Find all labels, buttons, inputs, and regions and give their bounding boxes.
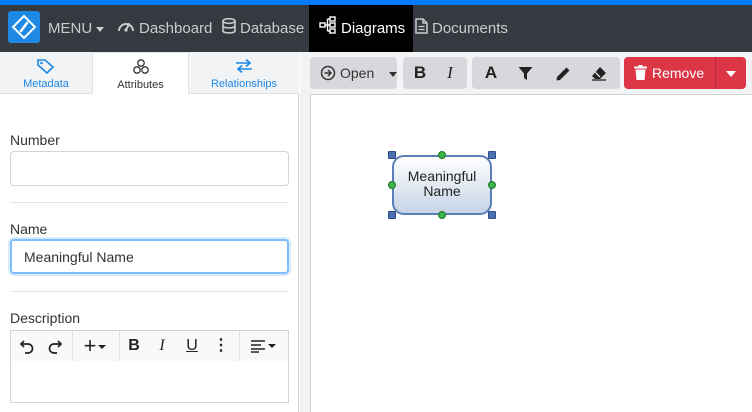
nav-item-diagrams[interactable]: Diagrams: [309, 5, 414, 53]
description-editor-toolbar: + B I U ⋮: [10, 330, 289, 362]
nav-item-label: Dashboard: [139, 20, 213, 37]
caret-down-icon: [726, 71, 736, 77]
resize-handle-se[interactable]: [488, 211, 496, 219]
italic-icon[interactable]: I: [435, 57, 465, 89]
caret-down-icon: [96, 26, 105, 32]
nav-item-database[interactable]: Database: [222, 5, 304, 52]
connection-point-s[interactable]: [438, 211, 446, 219]
caret-down-icon: [389, 72, 397, 77]
app-window: MENU Dashboard Database Diagrams Documen…: [0, 0, 752, 412]
connection-point-e[interactable]: [488, 181, 496, 189]
filter-icon[interactable]: [510, 57, 540, 89]
tag-icon: [0, 58, 92, 77]
align-icon[interactable]: [245, 331, 281, 361]
diagram-node[interactable]: Meaningful Name: [392, 155, 492, 215]
diagram-canvas[interactable]: Meaningful Name: [310, 94, 752, 412]
format-tools-group: A: [472, 57, 620, 89]
number-input[interactable]: [10, 151, 289, 186]
bold-icon[interactable]: B: [405, 57, 435, 89]
trash-icon: [634, 65, 647, 80]
node-label: Meaningful Name: [407, 168, 477, 199]
resize-handle-ne[interactable]: [488, 151, 496, 159]
nav-item-label: Diagrams: [341, 20, 406, 37]
divider: [10, 202, 289, 203]
eraser-icon[interactable]: [584, 57, 614, 89]
open-button[interactable]: Open: [310, 57, 397, 89]
diagram-workspace: Open B I A Remove Meaningful Name: [300, 52, 752, 412]
document-icon: [415, 6, 428, 53]
tab-label: Relationships: [210, 78, 278, 90]
remove-dropdown-toggle[interactable]: [715, 57, 746, 89]
resize-handle-sw[interactable]: [388, 211, 396, 219]
undo-icon[interactable]: [15, 331, 39, 361]
name-label: Name: [10, 221, 48, 237]
divider: [239, 331, 240, 361]
italic-icon[interactable]: I: [151, 331, 173, 361]
pencil-icon[interactable]: [548, 57, 578, 89]
name-input[interactable]: [10, 239, 289, 274]
top-navbar: MENU Dashboard Database Diagrams Documen…: [0, 0, 752, 52]
menu-dropdown[interactable]: MENU: [48, 5, 105, 52]
menu-label: MENU: [48, 20, 93, 37]
properties-tabs: Metadata Attributes Relationships: [0, 52, 299, 95]
connection-point-n[interactable]: [438, 151, 446, 159]
divider: [72, 331, 73, 361]
description-label: Description: [10, 310, 81, 326]
redo-icon[interactable]: [43, 331, 67, 361]
tab-relationships[interactable]: Relationships: [189, 52, 299, 94]
number-label: Number: [10, 132, 60, 148]
nav-item-label: Database: [240, 20, 305, 37]
insert-icon[interactable]: +: [77, 331, 113, 361]
description-editor[interactable]: [10, 361, 289, 403]
remove-button[interactable]: Remove: [624, 57, 715, 89]
divider: [10, 291, 289, 292]
divider: [119, 331, 120, 361]
font-color-icon[interactable]: A: [476, 57, 506, 89]
diagram-icon: [319, 6, 337, 53]
underline-icon[interactable]: U: [181, 331, 203, 361]
properties-panel: Metadata Attributes Relationships Number…: [0, 52, 299, 412]
nav-item-dashboard[interactable]: Dashboard: [117, 5, 212, 52]
arrows-exchange-icon: [189, 58, 299, 77]
cubes-icon: [93, 59, 188, 78]
nav-item-label: Documents: [432, 20, 508, 37]
more-icon[interactable]: ⋮: [213, 331, 229, 361]
circle-arrow-right-icon: [320, 65, 336, 81]
open-label: Open: [340, 65, 375, 81]
tab-attributes[interactable]: Attributes: [92, 52, 189, 95]
remove-label: Remove: [652, 65, 705, 81]
gauge-icon: [117, 6, 135, 53]
text-style-group: B I: [403, 57, 467, 89]
nav-item-documents[interactable]: Documents: [415, 5, 508, 52]
tab-label: Metadata: [23, 78, 69, 90]
resize-handle-nw[interactable]: [388, 151, 396, 159]
tab-metadata[interactable]: Metadata: [0, 52, 92, 94]
bold-icon[interactable]: B: [123, 331, 145, 361]
tab-label: Attributes: [117, 79, 164, 91]
connection-point-w[interactable]: [388, 181, 396, 189]
app-logo-icon[interactable]: [8, 11, 40, 43]
database-icon: [222, 6, 236, 53]
